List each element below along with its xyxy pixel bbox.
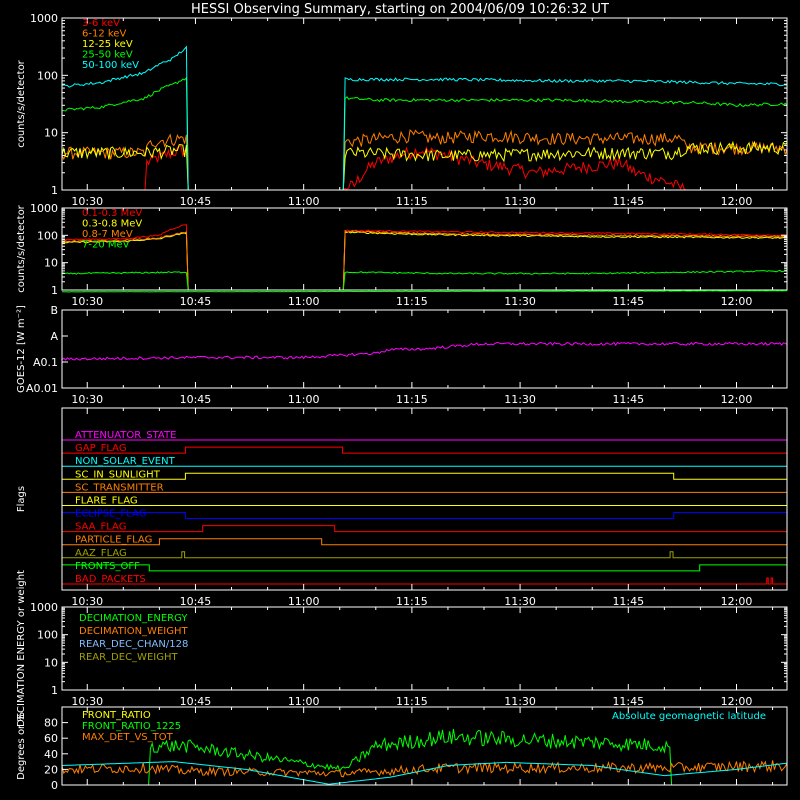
x-tick-label: 10:45 — [180, 595, 212, 608]
chart-title: HESSI Observing Summary, starting on 200… — [191, 2, 609, 17]
legend-entry: 6-12 keV — [82, 29, 126, 40]
legend-entry: 3-6 keV — [82, 18, 120, 29]
y-tick-label: B — [50, 304, 58, 317]
y-tick-label: 1000 — [30, 601, 58, 614]
y-axis-label: counts/s/detector — [16, 59, 27, 147]
flag-label: AAZ_FLAG — [75, 548, 127, 559]
x-tick-label: 11:45 — [612, 295, 644, 308]
legend-entry: 50-100 keV — [82, 60, 139, 71]
x-tick-label: 11:00 — [288, 393, 320, 406]
legend-entry: FRONT_RATIO_1225 — [82, 721, 181, 732]
geomagnetic-latitude-label: Absolute geomagnetic latitude — [612, 711, 766, 722]
y-tick-label: 1 — [51, 184, 58, 197]
x-tick-label: 11:15 — [396, 695, 428, 708]
legend-entry: FRONT_RATIO — [82, 710, 151, 721]
y-axis-label: GOES-12 [W m⁻²] — [16, 305, 27, 393]
x-tick-label: 11:15 — [396, 295, 428, 308]
x-tick-label: 11:45 — [612, 393, 644, 406]
y-axis-label: Degrees or % — [16, 712, 27, 780]
y-tick-label: 1 — [51, 684, 58, 697]
y-tick-label: 10 — [44, 127, 58, 140]
legend-entry: DECIMATION_ENERGY — [79, 613, 188, 624]
x-tick-label: 11:00 — [288, 295, 320, 308]
x-tick-label: 11:30 — [504, 595, 536, 608]
x-tick-label: 10:30 — [71, 695, 103, 708]
flag-label: NON_SOLAR_EVENT — [75, 456, 176, 467]
y-axis-label: Flags — [16, 486, 27, 512]
legend-entry: 7-20 MeV — [82, 240, 130, 251]
y-tick-label: 10 — [44, 656, 58, 669]
y-tick-label: A — [50, 330, 58, 343]
x-tick-label: 11:00 — [288, 695, 320, 708]
x-tick-label: 12:00 — [721, 295, 753, 308]
legend-entry: 0.8-7 MeV — [82, 229, 133, 240]
x-tick-label: 10:45 — [180, 393, 212, 406]
x-tick-label: 11:15 — [396, 595, 428, 608]
y-tick-label: 1 — [51, 284, 58, 297]
flag-label: FRONTS_OFF — [75, 561, 140, 572]
x-tick-label: 10:30 — [71, 595, 103, 608]
y-tick-label: 1000 — [30, 12, 58, 25]
legend-entry: REAR_DEC_CHAN/128 — [79, 639, 188, 650]
x-tick-label: 11:30 — [504, 295, 536, 308]
flag-label: BAD_PACKETS — [75, 574, 146, 585]
flag-label: GAP_FLAG — [75, 443, 127, 454]
x-tick-label: 12:00 — [721, 595, 753, 608]
y-tick-label: A0.1 — [33, 356, 58, 369]
x-tick-label: 11:30 — [504, 393, 536, 406]
x-tick-label: 12:00 — [721, 195, 753, 208]
x-tick-label: 12:00 — [721, 695, 753, 708]
flag-label: FLARE_FLAG — [75, 495, 138, 506]
flag-label: ATTENUATOR_STATE — [75, 430, 176, 441]
x-tick-label: 10:45 — [180, 195, 212, 208]
x-tick-label: 11:30 — [504, 695, 536, 708]
x-tick-label: 10:30 — [71, 393, 103, 406]
legend-entry: MAX_DET_VS_TOT — [82, 732, 174, 743]
y-tick-label: 0 — [51, 779, 58, 792]
y-axis-label: DECIMATION ENERGY or weight — [16, 570, 27, 727]
x-tick-label: 10:45 — [180, 295, 212, 308]
x-tick-label: 11:00 — [288, 195, 320, 208]
flag-label: SC_IN_SUNLIGHT — [75, 469, 161, 480]
x-tick-label: 11:45 — [612, 595, 644, 608]
y-tick-label: 60 — [44, 732, 58, 745]
y-tick-label: 100 — [37, 629, 58, 642]
x-tick-label: 11:45 — [612, 195, 644, 208]
y-tick-label: A0.01 — [26, 382, 58, 395]
y-tick-label: 10 — [44, 257, 58, 270]
x-tick-label: 12:00 — [721, 393, 753, 406]
legend-entry: DECIMATION_WEIGHT — [79, 626, 188, 637]
legend-entry: 0.3-0.8 MeV — [82, 219, 142, 230]
legend-entry: 0.1-0.3 MeV — [82, 208, 142, 219]
y-axis-label: counts/s/detector — [16, 204, 27, 292]
x-tick-label: 10:30 — [71, 295, 103, 308]
y-tick-label: 100 — [37, 69, 58, 82]
x-tick-label: 11:15 — [396, 195, 428, 208]
y-tick-label: 80 — [44, 717, 58, 730]
flag-label: SAA_FLAG — [75, 522, 126, 533]
flag-label: ECLIPSE_FLAG — [75, 509, 146, 520]
x-tick-label: 10:30 — [71, 195, 103, 208]
y-tick-label: 1000 — [30, 202, 58, 215]
legend-entry: REAR_DEC_WEIGHT — [79, 652, 178, 663]
legend-entry: 25-50 keV — [82, 50, 133, 61]
x-tick-label: 11:45 — [612, 695, 644, 708]
flag-label: PARTICLE_FLAG — [75, 535, 152, 546]
x-tick-label: 11:15 — [396, 393, 428, 406]
y-tick-label: 100 — [37, 229, 58, 242]
hessi-observing-summary-chart: HESSI Observing Summary, starting on 200… — [0, 0, 800, 800]
x-tick-label: 10:45 — [180, 695, 212, 708]
legend-entry: 12-25 keV — [82, 39, 133, 50]
flag-label: SC_TRANSMITTER — [75, 482, 164, 493]
x-tick-label: 11:30 — [504, 195, 536, 208]
y-tick-label: 20 — [44, 763, 58, 776]
y-tick-label: 40 — [44, 748, 58, 761]
x-tick-label: 11:00 — [288, 595, 320, 608]
